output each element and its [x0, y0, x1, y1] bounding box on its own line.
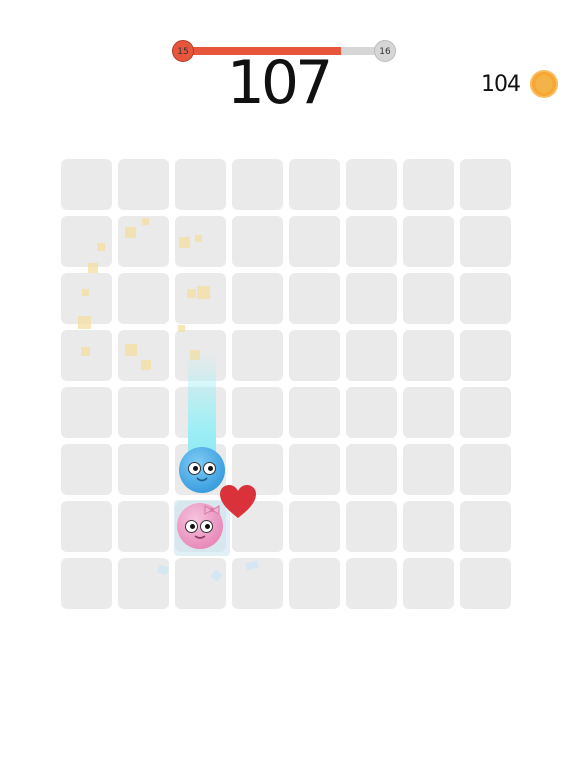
board-cell[interactable]	[289, 444, 340, 495]
board-cell[interactable]	[403, 558, 454, 609]
coin-counter: 104	[481, 68, 558, 100]
sparkle	[187, 289, 196, 298]
board-cell[interactable]	[118, 159, 169, 210]
board-cell[interactable]	[460, 216, 511, 267]
board-cell[interactable]	[118, 444, 169, 495]
board-cell[interactable]	[346, 444, 397, 495]
board-cell[interactable]	[403, 444, 454, 495]
board-cell[interactable]	[61, 558, 112, 609]
coin-icon	[530, 70, 558, 98]
score-display: 107	[226, 48, 334, 118]
board-cell[interactable]	[460, 330, 511, 381]
board-cell[interactable]	[346, 501, 397, 552]
board-cell[interactable]	[61, 387, 112, 438]
board-cell[interactable]	[346, 330, 397, 381]
board-cell[interactable]	[232, 273, 283, 324]
board-cell[interactable]	[289, 330, 340, 381]
coin-count: 104	[481, 71, 521, 97]
board-cell[interactable]	[346, 159, 397, 210]
board-cell[interactable]	[118, 501, 169, 552]
eye-icon	[185, 520, 198, 533]
next-level-badge: 16	[374, 40, 396, 62]
board-cell[interactable]	[403, 330, 454, 381]
sparkle	[178, 325, 185, 332]
board-cell[interactable]	[460, 159, 511, 210]
board-cell[interactable]	[61, 501, 112, 552]
heart-icon	[220, 485, 256, 518]
sparkle	[81, 347, 90, 356]
board-cell[interactable]	[403, 501, 454, 552]
board-cell[interactable]	[403, 273, 454, 324]
eye-icon	[200, 520, 213, 533]
board-cell[interactable]	[460, 501, 511, 552]
board-cell[interactable]	[403, 216, 454, 267]
board-cell[interactable]	[289, 558, 340, 609]
sparkle	[179, 237, 190, 248]
eye-icon	[203, 462, 216, 475]
board-cell[interactable]	[289, 273, 340, 324]
board-cell[interactable]	[403, 387, 454, 438]
sparkle	[88, 263, 98, 273]
board-cell[interactable]	[289, 387, 340, 438]
board-cell[interactable]	[232, 159, 283, 210]
mouth-icon	[194, 535, 206, 539]
pink-ball-character[interactable]	[177, 503, 223, 549]
board-cell[interactable]	[232, 216, 283, 267]
board-cell[interactable]	[460, 387, 511, 438]
sparkle	[197, 286, 210, 299]
sparkle	[141, 360, 151, 370]
sparkle	[142, 218, 149, 225]
board-cell[interactable]	[118, 387, 169, 438]
board-cell[interactable]	[403, 159, 454, 210]
sparkle	[125, 227, 136, 238]
board-cell[interactable]	[232, 387, 283, 438]
board-cell[interactable]	[118, 273, 169, 324]
sparkle	[82, 289, 89, 296]
eye-icon	[188, 462, 201, 475]
board-cell[interactable]	[346, 273, 397, 324]
sparkle	[97, 243, 105, 251]
board-cell[interactable]	[175, 159, 226, 210]
board-cell[interactable]	[460, 558, 511, 609]
board-cell[interactable]	[61, 216, 112, 267]
board-cell[interactable]	[61, 444, 112, 495]
bow-icon	[204, 505, 220, 515]
board-cell[interactable]	[232, 330, 283, 381]
mouth-icon	[196, 477, 208, 482]
board-cell[interactable]	[289, 159, 340, 210]
board-cell[interactable]	[175, 558, 226, 609]
board-cell[interactable]	[61, 159, 112, 210]
board-cell[interactable]	[460, 273, 511, 324]
sparkle	[78, 316, 91, 329]
sparkle	[125, 344, 137, 356]
board-cell[interactable]	[289, 216, 340, 267]
board-cell[interactable]	[346, 558, 397, 609]
sparkle	[195, 235, 202, 242]
board-cell[interactable]	[346, 216, 397, 267]
board-cell[interactable]	[346, 387, 397, 438]
board-cell[interactable]	[460, 444, 511, 495]
motion-trail	[188, 352, 216, 462]
board-cell[interactable]	[289, 501, 340, 552]
